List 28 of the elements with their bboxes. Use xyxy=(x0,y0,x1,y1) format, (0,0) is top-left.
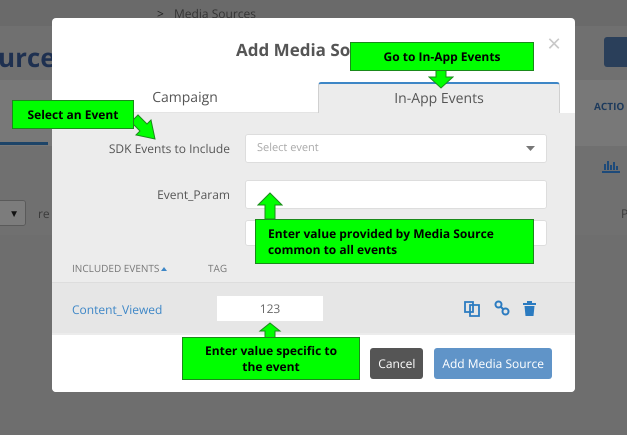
event-select[interactable]: Select event xyxy=(245,134,547,163)
callout-arrow xyxy=(257,192,283,220)
tab[interactable]: In-App Events xyxy=(318,82,560,113)
field-label: Event_Param xyxy=(157,186,230,202)
link-icon[interactable] xyxy=(494,300,510,316)
breadcrumb-separator: > xyxy=(157,5,164,23)
add-media-source-button[interactable]: Add Media Source xyxy=(434,348,552,379)
copy-icon[interactable] xyxy=(463,299,481,317)
tag-field[interactable]: 123 xyxy=(217,296,323,320)
callout-tooltip: Go to In-App Events xyxy=(350,42,534,71)
callout-arrow xyxy=(428,70,454,89)
input-field[interactable] xyxy=(245,180,547,209)
column-header[interactable]: TAG xyxy=(208,261,228,276)
dropdown[interactable]: ▼ xyxy=(0,200,26,226)
callout-arrow xyxy=(257,322,283,338)
callout-tooltip: Enter value specific to the event xyxy=(182,337,360,380)
page-heading: urce xyxy=(0,38,56,77)
column-header[interactable]: INCLUDED EVENTS xyxy=(72,261,168,276)
sort-arrow-icon xyxy=(161,266,168,270)
cancel-button[interactable]: Cancel xyxy=(370,348,424,379)
event-link[interactable]: Content_Viewed xyxy=(72,301,162,318)
callout-tooltip: Select an Event xyxy=(12,100,134,129)
field-label: SDK Events to Include xyxy=(108,140,230,156)
trash-icon[interactable] xyxy=(523,300,536,316)
column-header: ACTIO xyxy=(594,99,624,114)
callout-tooltip: Enter value provided by Media Source common to all events xyxy=(255,219,534,264)
dialog-title: Add Media So xyxy=(236,37,350,63)
active-tab-underline xyxy=(0,142,48,145)
